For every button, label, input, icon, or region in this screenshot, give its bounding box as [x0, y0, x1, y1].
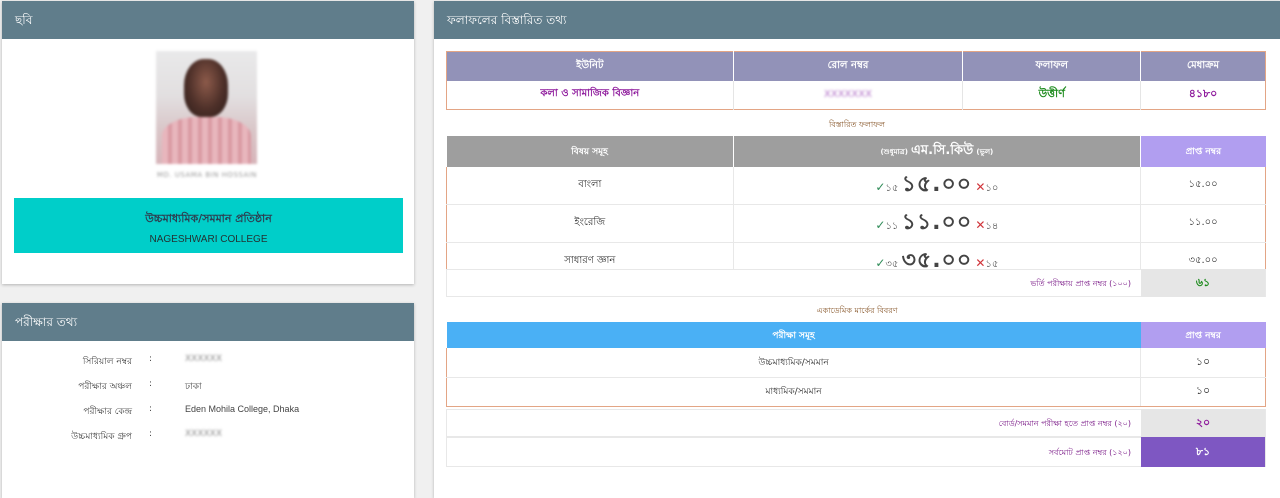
info-colon: :: [149, 354, 153, 364]
header-roll: রোল নম্বর: [733, 51, 964, 81]
detail-result-table: বিষয় সমূহ (শুধুমাত্র) এম.সি.কিউ (ভুল) প…: [446, 136, 1266, 281]
mcq-suffix: (ভুল): [976, 148, 994, 156]
board-total-row: বোর্ড/সমমান পরীক্ষা হতে প্রাপ্ত নম্বর (২…: [446, 409, 1266, 437]
institution-box: উচ্চমাধ্যমিক/সমমান প্রতিষ্ঠান NAGESHWARI…: [14, 198, 403, 253]
admission-total-row: ভর্তি পরীক্ষায় প্রাপ্ত নম্বর (১০০) ৬১: [446, 269, 1266, 297]
info-row-group: উচ্চমাধ্যমিক গ্রুপ : XXXXXX: [2, 429, 414, 449]
student-name: MD. USAMA BIN HOSSAIN: [156, 171, 258, 179]
subject-marks: ১১.০০: [1140, 204, 1266, 243]
exam-name: উচ্চমাধ্যমিক/সমমান: [445, 348, 1141, 378]
info-colon: :: [149, 404, 153, 414]
grand-total-label: সর্বমোট প্রাপ্ত নম্বর (১২০): [1048, 448, 1131, 457]
info-row-center: পরীক্ষার কেন্দ্র : Eden Mohila College, …: [2, 404, 414, 424]
table-row: ইংরেজি ✓১১ ১১.০০ ✕১৪ ১১.০০: [446, 204, 1266, 243]
grand-total-row: সর্বমোট প্রাপ্ত নম্বর (১২০) ৮১: [446, 437, 1266, 467]
check-icon: ✓: [875, 180, 886, 194]
correct-count: ১১: [885, 221, 899, 232]
institution-title: উচ্চমাধ্যমিক/সমমান প্রতিষ্ঠান: [145, 212, 272, 225]
header-unit: ইউনিট: [446, 51, 734, 81]
correct-count: ১৫: [885, 183, 899, 194]
exam-panel-title: পরীক্ষার তথ্য: [2, 303, 414, 341]
mcq-prefix: (শুধুমাত্র): [880, 148, 908, 156]
result-panel: ফলাফলের বিস্তারিত তথ্য ইউনিট রোল নম্বর ফ…: [434, 1, 1280, 498]
institution-name: NAGESHWARI COLLEGE: [149, 234, 268, 245]
header-marks: প্রাপ্ত নম্বর: [1140, 136, 1266, 167]
exam-zone: ঢাকা: [185, 382, 202, 392]
hsc-group: XXXXXX: [185, 429, 222, 439]
result-value: উত্তীর্ণ: [962, 80, 1142, 110]
exam-center: Eden Mohila College, Dhaka: [185, 404, 300, 414]
info-label: পরীক্ষার কেন্দ্র: [83, 407, 132, 417]
admission-total-label: ভর্তি পরীক্ষায় প্রাপ্ত নম্বর (১০০): [1030, 279, 1131, 288]
info-label: পরীক্ষার অঞ্চল: [78, 382, 132, 392]
exam-marks: ১০: [1140, 348, 1266, 378]
photo-panel: ছবি MD. USAMA BIN HOSSAIN উচ্চমাধ্যমিক/স…: [2, 1, 414, 284]
admission-total-value: ৬১: [1141, 269, 1265, 297]
mcq-score: ১১.০০: [901, 210, 973, 235]
table-row: উচ্চমাধ্যমিক/সমমান ১০: [445, 348, 1266, 378]
merit-value: ৪১৮০: [1188, 87, 1218, 101]
info-colon: :: [149, 379, 153, 389]
cross-icon: ✕: [975, 256, 986, 270]
check-icon: ✓: [875, 256, 886, 270]
academic-caption: একাডেমিক মার্কের বিবরণ: [816, 306, 898, 315]
info-row-zone: পরীক্ষার অঞ্চল : ঢাকা: [2, 379, 414, 399]
detail-caption: বিস্তারিত ফলাফল: [829, 120, 885, 129]
result-panel-title: ফলাফলের বিস্তারিত তথ্য: [434, 1, 1280, 39]
mcq-main: এম.সি.কিউ: [911, 143, 974, 158]
header-result: ফলাফল: [962, 51, 1142, 81]
info-label: উচ্চমাধ্যমিক গ্রুপ: [71, 432, 132, 442]
header-academic-marks: প্রাপ্ত নম্বর: [1140, 322, 1266, 348]
table-row: মাধ্যমিক/সমমান ১০: [445, 377, 1266, 407]
wrong-count: ১০: [985, 183, 999, 194]
academic-table: পরীক্ষা সমূহ প্রাপ্ত নম্বর উচ্চমাধ্যমিক/…: [445, 322, 1266, 407]
info-label: সিরিয়াল নম্বর: [82, 357, 132, 367]
subject-name: ইংরেজি: [446, 204, 734, 243]
photo-panel-title: ছবি: [2, 1, 414, 39]
grand-total-value: ৮১: [1141, 437, 1265, 467]
subject-marks: ১৫.০০: [1140, 167, 1266, 205]
exam-name: মাধ্যমিক/সমমান: [445, 377, 1141, 407]
subject-name: বাংলা: [446, 167, 734, 205]
info-colon: :: [149, 429, 153, 439]
exam-info-panel: পরীক্ষার তথ্য সিরিয়াল নম্বর : XXXXXX পর…: [2, 303, 414, 498]
header-merit: মেধাক্রম: [1140, 51, 1266, 81]
mcq-cell: ✓১১ ১১.০০ ✕১৪: [732, 204, 1141, 243]
result-summary-table: ইউনিট রোল নম্বর ফলাফল মেধাক্রম কলা ও সাম…: [446, 51, 1266, 110]
wrong-count: ১৪: [985, 221, 999, 232]
header-mcq: (শুধুমাত্র) এম.সি.কিউ (ভুল): [733, 136, 1142, 167]
board-total-label: বোর্ড/সমমান পরীক্ষা হতে প্রাপ্ত নম্বর (২…: [998, 419, 1131, 428]
serial-number: XXXXXX: [185, 354, 222, 364]
student-photo: [156, 51, 257, 164]
unit-value: কলা ও সামাজিক বিজ্ঞান: [446, 80, 734, 110]
mcq-score: ১৫.০০: [901, 172, 973, 197]
check-icon: ✓: [875, 218, 886, 232]
cross-icon: ✕: [975, 180, 986, 194]
exam-marks: ১০: [1140, 377, 1266, 407]
board-total-value: ২০: [1141, 409, 1265, 437]
header-subjects: বিষয় সমূহ: [446, 136, 734, 167]
header-exams: পরীক্ষা সমূহ: [446, 322, 1141, 348]
cross-icon: ✕: [975, 218, 986, 232]
info-row-serial: সিরিয়াল নম্বর : XXXXXX: [2, 354, 414, 374]
mcq-cell: ✓১৫ ১৫.০০ ✕১০: [732, 167, 1141, 205]
roll-value: XXXXXXX: [733, 80, 964, 110]
table-row: বাংলা ✓১৫ ১৫.০০ ✕১০ ১৫.০০: [446, 167, 1266, 205]
